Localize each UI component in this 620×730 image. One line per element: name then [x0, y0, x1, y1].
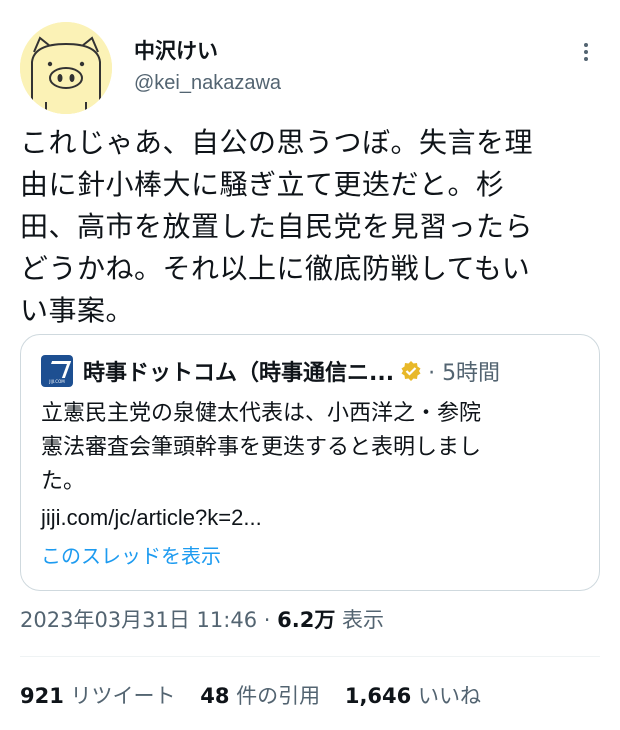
more-options-icon[interactable] — [574, 40, 598, 64]
views-count[interactable]: 6.2万 — [277, 608, 335, 632]
jiji-logo-icon[interactable]: JIJI.COM — [41, 355, 73, 387]
tweet-text: これじゃあ、自公の思うつぼ。失言を理 由に針小棒大に騒ぎ立て更迭だと。杉 田、高… — [20, 122, 604, 332]
tweet-header: 中沢けい @kei_nakazawa — [0, 0, 620, 114]
quoted-tweet-header: JIJI.COM 時事ドットコム（時事通信ニ... · 5時間 — [41, 355, 579, 387]
tweet-text-line: これじゃあ、自公の思うつぼ。失言を理 — [20, 126, 534, 159]
pig-avatar-icon[interactable] — [20, 22, 112, 114]
verified-badge-icon — [401, 361, 421, 381]
divider — [20, 656, 600, 657]
quoted-tweet-link[interactable]: jiji.com/jc/article?k=2... — [41, 505, 262, 531]
tweet-timestamp[interactable]: 2023年03月31日 11:46 · — [20, 608, 270, 632]
retweets-stat[interactable]: 921 リツイート — [20, 680, 176, 710]
author-display-name[interactable]: 中沢けい — [134, 38, 281, 64]
engagement-stats: 921 リツイート 48 件の引用 1,646 いいね — [20, 680, 499, 710]
quoted-author-name[interactable]: 時事ドットコム（時事通信ニ... — [83, 355, 394, 387]
tweet-text-line: 由に針小棒大に騒ぎ立て更迭だと。杉 — [20, 168, 505, 201]
quoted-tweet-text: 立憲民主党の泉健太代表は、小西洋之・参院 憲法審査会筆頭幹事を更迭すると表明しま… — [41, 397, 581, 499]
tweet-text-line: い事案。 — [20, 294, 135, 327]
retweets-label: リツイート — [70, 684, 176, 708]
retweets-count: 921 — [20, 684, 64, 708]
tweet-text-line: 田、高市を放置した自民党を見習ったら — [20, 210, 534, 243]
quotes-count: 48 — [200, 684, 230, 708]
author-handle[interactable]: @kei_nakazawa — [134, 70, 281, 96]
quoted-tweet-card[interactable]: JIJI.COM 時事ドットコム（時事通信ニ... · 5時間 立憲民主党の泉健… — [20, 334, 600, 591]
show-thread-link[interactable]: このスレッドを表示 — [41, 540, 221, 569]
likes-stat[interactable]: 1,646 いいね — [345, 680, 481, 710]
quoted-text-line: 憲法審査会筆頭幹事を更迭すると表明しまし — [41, 435, 482, 460]
quotes-label: 件の引用 — [236, 684, 321, 708]
quotes-stat[interactable]: 48 件の引用 — [200, 680, 320, 710]
quoted-tweet-time[interactable]: · 5時間 — [428, 355, 500, 387]
tweet-metadata: 2023年03月31日 11:46 · 6.2万 表示 — [20, 604, 384, 634]
author-names: 中沢けい @kei_nakazawa — [134, 38, 281, 96]
tweet-text-line: どうかね。それ以上に徹底防戦してもい — [20, 252, 531, 285]
quoted-text-line: 立憲民主党の泉健太代表は、小西洋之・参院 — [41, 401, 482, 426]
quoted-text-line: た。 — [41, 469, 86, 494]
views-label: 表示 — [342, 608, 385, 632]
likes-label: いいね — [417, 684, 481, 708]
likes-count: 1,646 — [344, 684, 412, 708]
